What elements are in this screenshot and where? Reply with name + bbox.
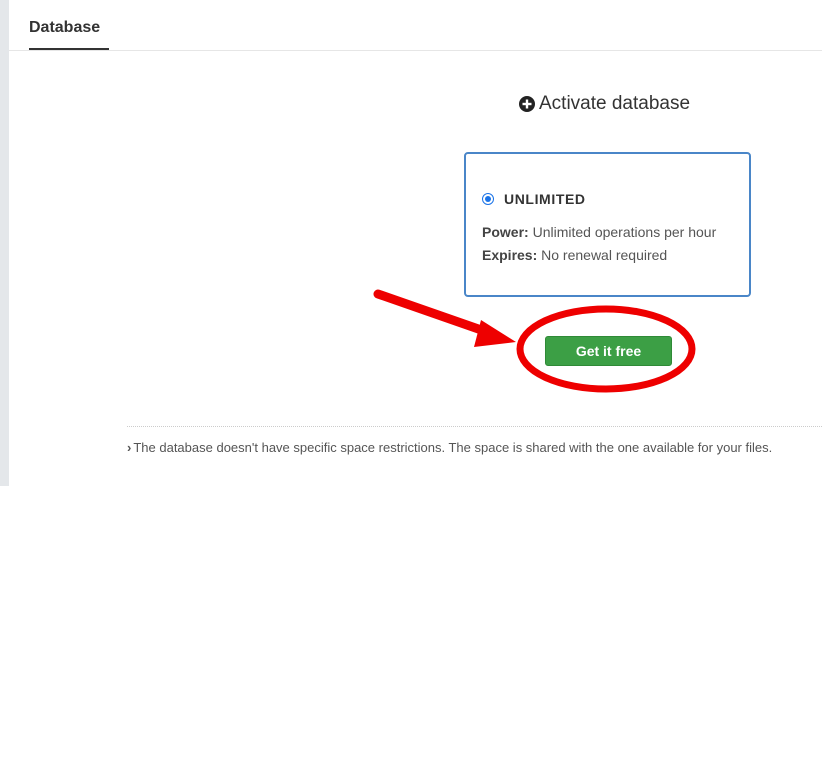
footnote-text: The database doesn't have specific space… (133, 440, 773, 455)
tab-bar: Database (9, 0, 822, 51)
plus-circle-icon (519, 96, 535, 112)
plan-expires-label: Expires: (482, 247, 538, 263)
activate-database-title: Activate database (539, 93, 691, 114)
plan-power-value: Unlimited operations per hour (532, 224, 717, 240)
tab-database-label: Database (29, 19, 101, 36)
chevron-right-icon: › (127, 440, 132, 455)
get-it-free-button[interactable]: Get it free (545, 336, 672, 366)
plan-power: Power: Unlimited operations per hour (482, 224, 716, 240)
plan-card-unlimited[interactable]: UNLIMITED Power: Unlimited operations pe… (464, 152, 751, 297)
plan-radio-button[interactable] (482, 193, 494, 205)
plan-power-label: Power: (482, 224, 529, 240)
sidebar-edge (0, 0, 9, 486)
plan-expires: Expires: No renewal required (482, 247, 667, 263)
plan-expires-value: No renewal required (541, 247, 668, 263)
plan-name: UNLIMITED (504, 191, 586, 207)
plan-option[interactable]: UNLIMITED (482, 191, 586, 207)
tab-database[interactable]: Database (29, 0, 109, 50)
activate-database-heading: Activate database (519, 93, 690, 115)
space-footnote: › The database doesn't have specific spac… (127, 440, 772, 455)
red-annotation-overlay (373, 289, 696, 393)
section-divider (127, 426, 822, 427)
annotation-arrow (373, 289, 516, 347)
